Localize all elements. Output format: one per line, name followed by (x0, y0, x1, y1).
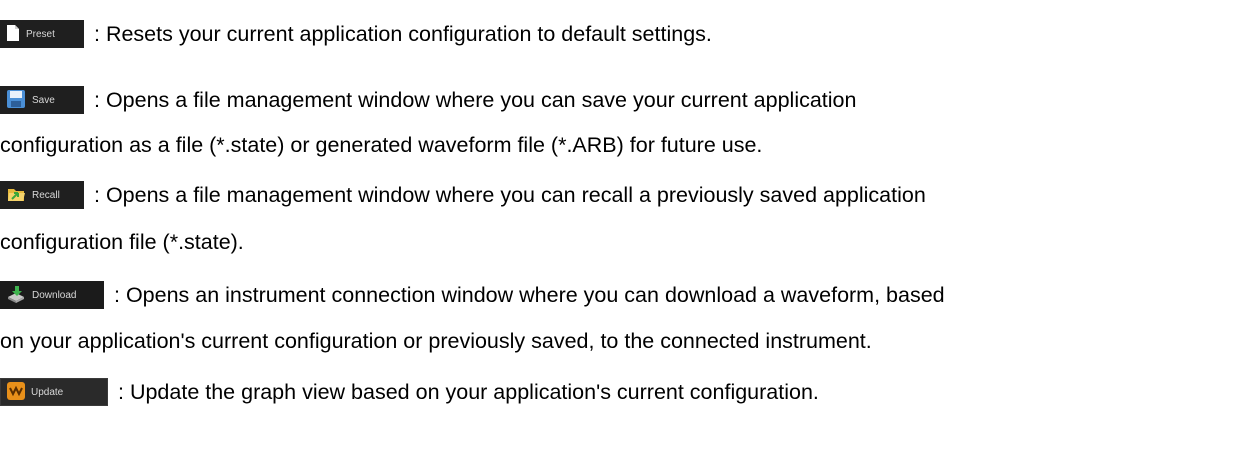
preset-button[interactable]: Preset (0, 20, 84, 48)
preset-button-label: Preset (26, 28, 55, 40)
download-instrument-icon (6, 285, 26, 306)
save-button[interactable]: Save (0, 86, 84, 114)
save-description-line-1: : Opens a file management window where y… (94, 88, 857, 112)
update-button[interactable]: Update (0, 378, 108, 406)
save-row: Save : Opens a file management window wh… (0, 80, 856, 120)
download-button-label: Download (32, 289, 77, 301)
recall-description-line-2: configuration file (*.state). (0, 230, 244, 254)
download-row: Download : Opens an instrument connectio… (0, 275, 945, 315)
recall-row: Recall : Opens a file management window … (0, 175, 926, 215)
save-description-line-2: configuration as a file (*.state) or gen… (0, 133, 763, 157)
download-description-line-1: : Opens an instrument connection window … (114, 283, 945, 307)
recall-description-line-1: : Opens a file management window where y… (94, 183, 926, 207)
recall-button[interactable]: Recall (0, 181, 84, 209)
preset-row: Preset : Resets your current application… (0, 14, 712, 54)
update-description: : Update the graph view based on your ap… (118, 380, 819, 404)
save-button-label: Save (32, 94, 55, 106)
recall-button-label: Recall (32, 189, 60, 201)
download-button[interactable]: Download (0, 281, 104, 309)
update-row: Update : Update the graph view based on … (0, 372, 819, 412)
waveform-update-icon (7, 381, 25, 403)
document-icon (6, 24, 20, 45)
folder-arrow-icon (6, 184, 26, 207)
update-button-label: Update (31, 386, 64, 398)
download-description-line-2: on your application's current configurat… (0, 329, 872, 353)
floppy-disk-icon (6, 89, 26, 112)
preset-description: : Resets your current application config… (94, 22, 712, 46)
